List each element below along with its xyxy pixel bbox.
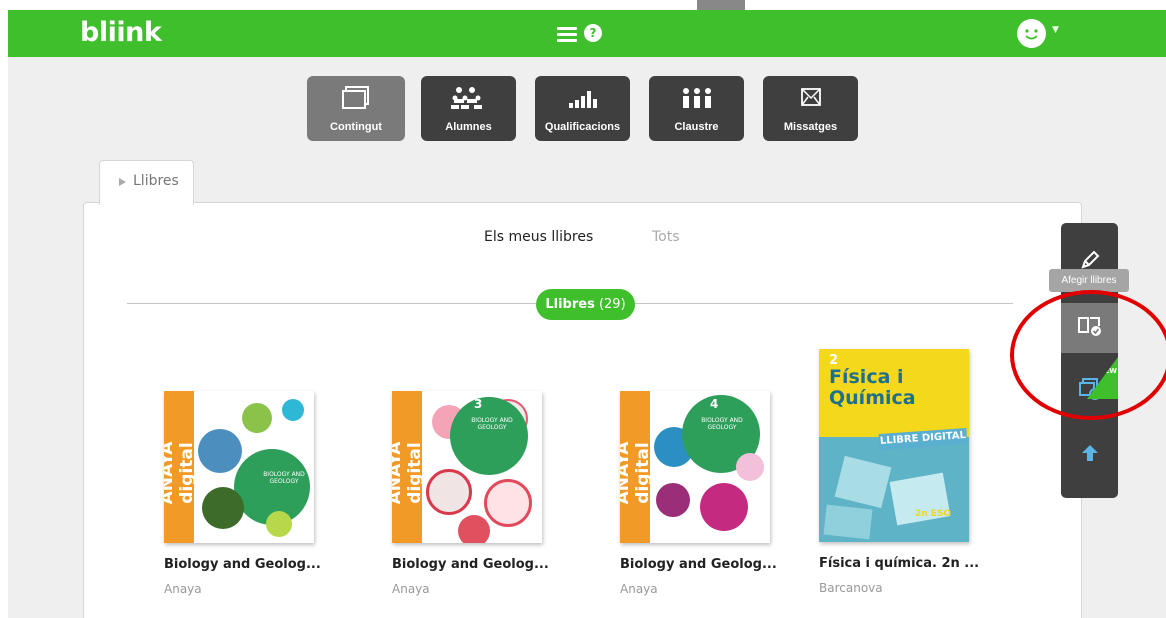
nav-label: Contingut — [330, 121, 382, 133]
nav-label: Qualificacions — [544, 121, 621, 133]
nav-label: Alumnes — [445, 121, 492, 133]
cover-number: 1 — [302, 453, 312, 468]
cover-number: 4 — [710, 397, 719, 411]
caret-right-icon — [119, 178, 126, 186]
scroll-top-button[interactable] — [1061, 430, 1118, 480]
nav-qualificacions[interactable]: Qualificacions — [535, 76, 630, 141]
nav-contingut[interactable]: Contingut — [307, 76, 405, 141]
book-author: Barcanova — [819, 581, 883, 595]
nav-label: Missatges — [783, 121, 838, 133]
book-check-icon — [1077, 314, 1103, 342]
cover-brand: ANAYA digital — [164, 441, 197, 505]
book-author: Anaya — [164, 582, 202, 596]
cover-brand: ANAYA digital — [392, 441, 425, 505]
user-avatar-icon[interactable] — [1017, 19, 1046, 48]
app-header: bliink ? ▼ — [8, 10, 1166, 57]
book-cover[interactable]: ANAYA digital BIOLOGY AND GEOLOGY 1 — [164, 391, 314, 543]
book-cover[interactable]: ANAYA digital 3 BIOLOGY AND GEOLOGY — [392, 391, 542, 543]
add-books-button[interactable] — [1061, 303, 1118, 353]
add-books-tooltip: Afegir llibres — [1049, 269, 1129, 292]
cover-subject: BIOLOGY AND GEOLOGY — [263, 471, 305, 485]
side-toolbar: NEW — [1061, 223, 1118, 498]
main-canvas: Contingut Alumnes Qualificacions Claustr… — [8, 57, 1166, 618]
book-cover[interactable]: ANAYA digital 4 BIOLOGY AND GEOLOGY — [620, 391, 770, 543]
book-card[interactable]: ANAYA digital BIOLOGY AND GEOLOGY 1 Biol… — [164, 391, 324, 596]
tab-llibres[interactable]: Llibres — [99, 160, 194, 205]
book-title[interactable]: Biology and Geolog... — [392, 557, 552, 572]
help-icon[interactable]: ? — [584, 24, 602, 42]
bar-chart-icon — [535, 83, 630, 113]
book-title[interactable]: Biology and Geolog... — [164, 557, 324, 572]
cover-subject: BIOLOGY AND GEOLOGY — [471, 417, 513, 431]
filter-my-books[interactable]: Els meus llibres — [484, 229, 593, 245]
book-card[interactable]: ANAYA digital 4 BIOLOGY AND GEOLOGY Biol… — [620, 391, 780, 596]
filter-all[interactable]: Tots — [652, 229, 680, 245]
books-panel: Els meus llibres Tots Llibres (29) ANAYA… — [83, 202, 1082, 618]
nav-claustre[interactable]: Claustre — [649, 76, 744, 141]
tab-label: Llibres — [133, 173, 179, 189]
books-count-badge: Llibres (29) — [536, 289, 635, 320]
cover-subject: Física i Química — [829, 366, 916, 409]
book-cover[interactable]: 2 Física i Química LLIBRE DIGITAL 2n ESO — [819, 349, 969, 542]
book-card[interactable]: ANAYA digital 3 BIOLOGY AND GEOLOGY Biol… — [392, 391, 552, 596]
envelope-icon — [763, 83, 858, 113]
book-author: Anaya — [620, 582, 658, 596]
cover-level: 2n ESO — [915, 509, 952, 519]
book-author: Anaya — [392, 582, 430, 596]
nav-missatges[interactable]: Missatges — [763, 76, 858, 141]
book-card[interactable]: 2 Física i Química LLIBRE DIGITAL 2n ESO… — [819, 349, 979, 595]
arrow-up-icon — [1080, 443, 1100, 467]
menu-icon[interactable] — [557, 27, 577, 42]
cover-subject: BIOLOGY AND GEOLOGY — [701, 417, 743, 431]
nav-label: Claustre — [674, 121, 719, 133]
caret-down-icon[interactable]: ▼ — [1052, 25, 1059, 35]
app-logo[interactable]: bliink — [80, 17, 162, 48]
book-title[interactable]: Biology and Geolog... — [620, 557, 780, 572]
staff-icon — [649, 83, 744, 113]
book-title[interactable]: Física i química. 2n ... — [819, 556, 979, 571]
screens-icon — [307, 83, 405, 113]
nav-alumnes[interactable]: Alumnes — [421, 76, 516, 141]
books-label: Llibres — [545, 297, 595, 312]
cover-number: 3 — [474, 397, 483, 411]
cover-brand: ANAYA digital — [620, 441, 653, 505]
books-count: (29) — [598, 297, 626, 312]
top-handle — [697, 0, 745, 10]
students-icon — [421, 83, 516, 113]
